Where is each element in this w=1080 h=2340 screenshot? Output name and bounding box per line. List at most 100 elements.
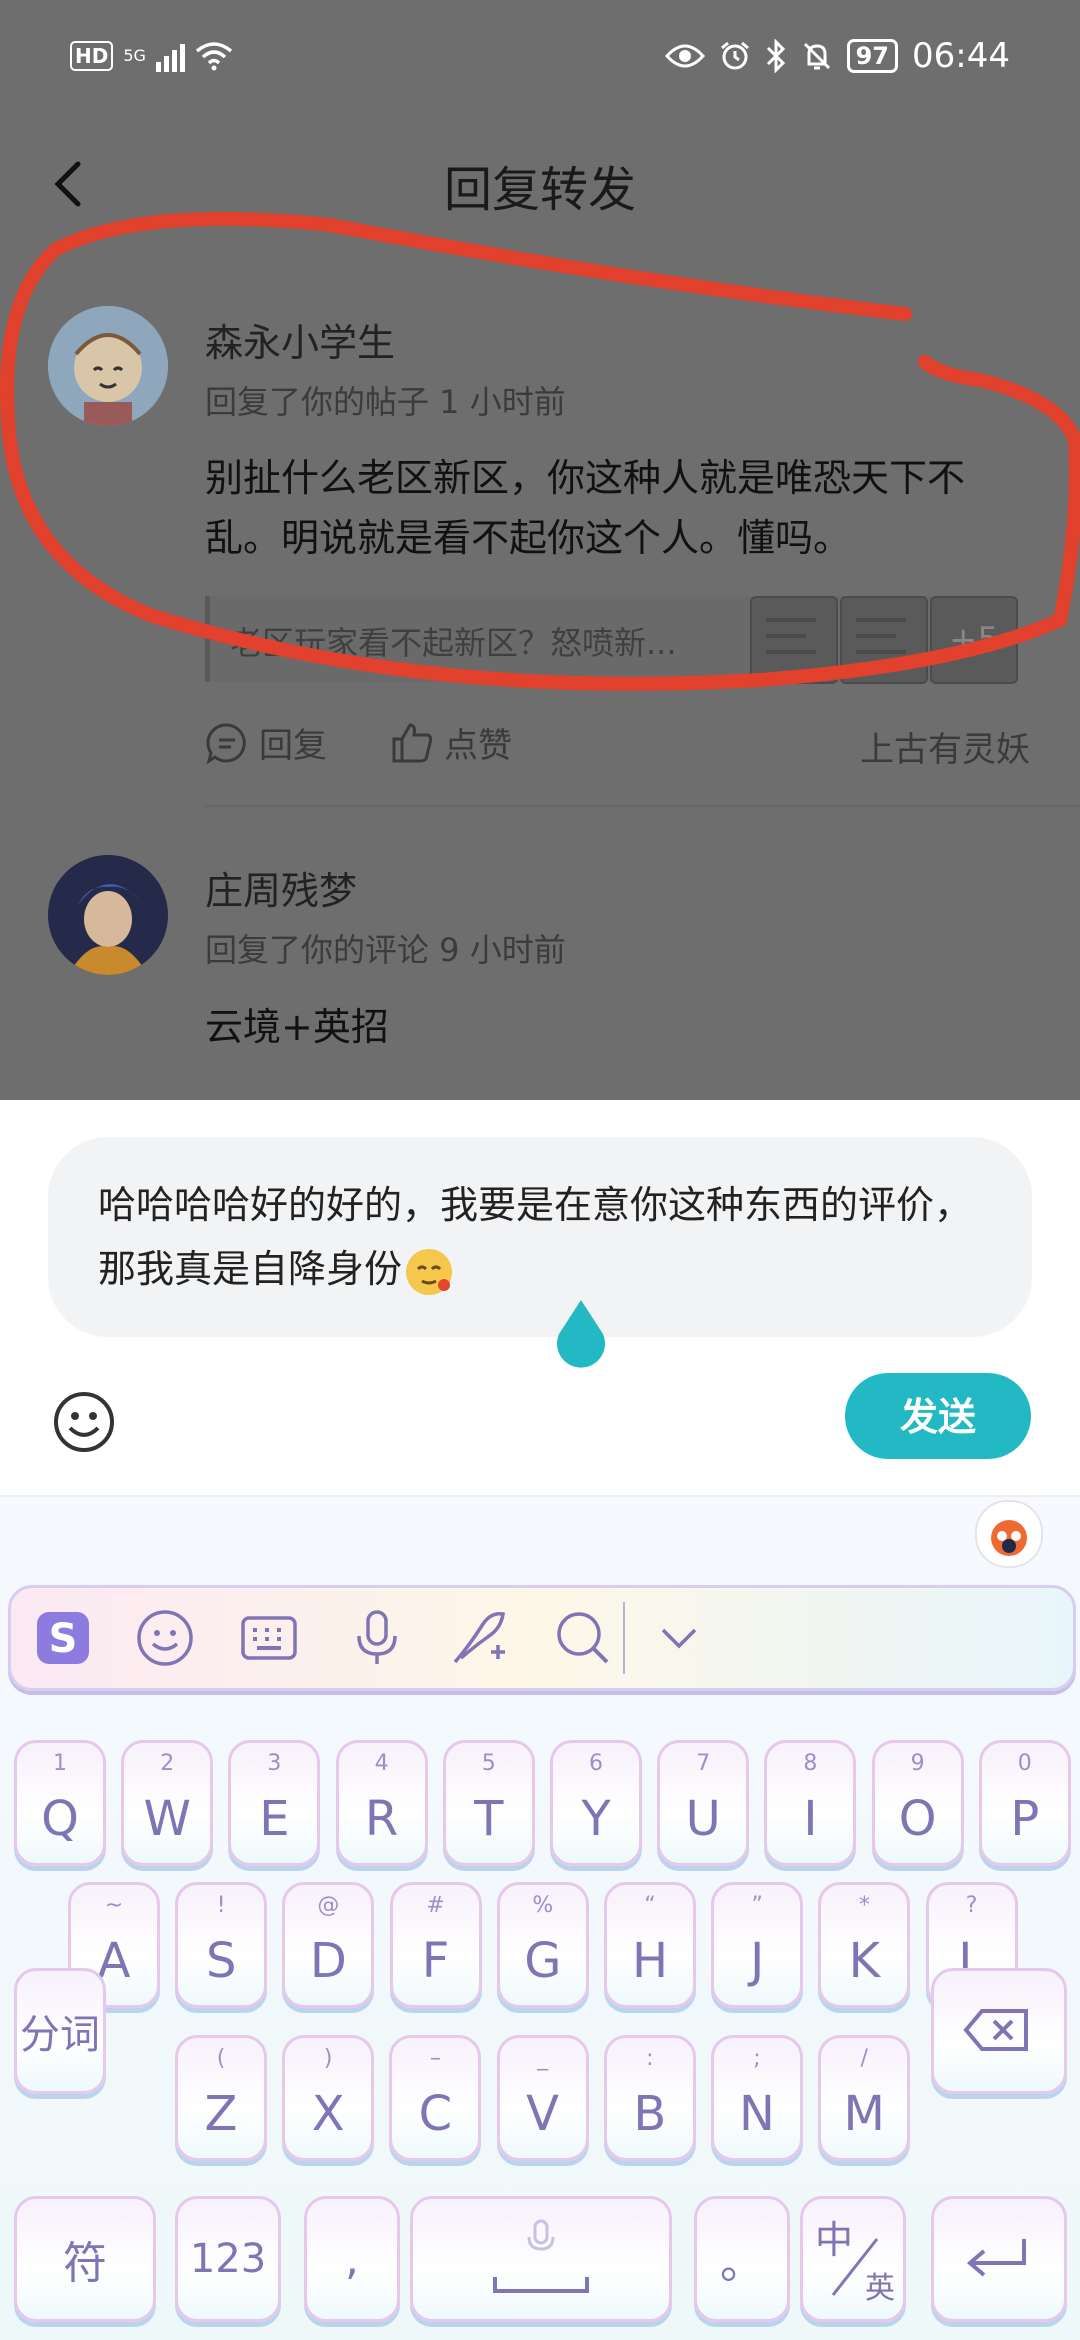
key-hint: :: [646, 2046, 654, 2071]
key-hint: (: [216, 2046, 226, 2071]
comma-key[interactable]: ,: [304, 2196, 400, 2322]
key-label: Q: [41, 1791, 79, 1847]
key-hint: ~: [104, 1893, 124, 1918]
backspace-icon: [963, 2009, 1028, 2051]
comment-text: 云境+英招: [205, 1005, 389, 1049]
svg-text:S: S: [49, 1616, 78, 1662]
key-m[interactable]: / M: [818, 2035, 911, 2161]
handwriting-icon[interactable]: [447, 1606, 511, 1670]
key-label: W: [143, 1791, 191, 1847]
segment-key[interactable]: 分词: [14, 1968, 106, 2094]
key-label: J: [750, 1933, 765, 1989]
key-hint: ”: [751, 1893, 763, 1918]
backspace-key[interactable]: [931, 1968, 1067, 2094]
key-label: X: [311, 2086, 345, 2142]
search-icon[interactable]: [551, 1606, 615, 1670]
comma-key-label: ,: [345, 2233, 359, 2285]
key-label: F: [421, 1933, 450, 1989]
key-g[interactable]: % G: [496, 1882, 589, 2008]
microphone-icon[interactable]: [345, 1606, 409, 1670]
sogou-logo-icon[interactable]: S: [31, 1606, 95, 1670]
key-label: O: [898, 1791, 937, 1847]
key-label: M: [843, 2086, 885, 2142]
language-switch-key[interactable]: 中 英: [800, 2196, 906, 2322]
emoji-button[interactable]: [52, 1390, 116, 1454]
key-hint: 9: [910, 1751, 925, 1776]
key-s[interactable]: ! S: [175, 1882, 268, 2008]
key-t[interactable]: 5T: [442, 1740, 535, 1866]
divider: [205, 805, 1080, 807]
username[interactable]: 庄周残梦: [205, 860, 357, 915]
space-bar-icon: [493, 2277, 589, 2293]
key-p[interactable]: 0P: [978, 1740, 1071, 1866]
microphone-icon: [527, 2219, 555, 2251]
key-label: R: [364, 1791, 399, 1847]
key-label: I: [803, 1791, 818, 1847]
space-key[interactable]: [410, 2196, 672, 2322]
key-label: B: [633, 2086, 667, 2142]
period-key-label: 。: [720, 2238, 764, 2289]
key-hint: *: [858, 1893, 870, 1918]
symbol-key-label: 符: [63, 2238, 107, 2289]
enter-icon: [966, 2239, 1026, 2277]
keyboard-icon[interactable]: [237, 1606, 301, 1670]
key-label: K: [848, 1933, 881, 1989]
reply-input[interactable]: 哈哈哈哈好的好的，我要是在意你这种东西的评价，那我真是自降身份: [48, 1137, 1032, 1337]
key-label: Y: [581, 1791, 611, 1847]
text-cursor-handle[interactable]: [553, 1300, 609, 1370]
symbol-key[interactable]: 符: [14, 2196, 156, 2322]
key-label: P: [1010, 1791, 1040, 1847]
key-r[interactable]: 4R: [335, 1740, 428, 1866]
number-key-label: 123: [189, 2236, 267, 2282]
key-w[interactable]: 2W: [121, 1740, 214, 1866]
reply-input-text[interactable]: 哈哈哈哈好的好的，我要是在意你这种东西的评价，那我真是自降身份: [98, 1173, 998, 1301]
key-hint: _: [537, 2046, 549, 2071]
emoji-icon: [406, 1248, 453, 1295]
key-hint: 2: [160, 1751, 175, 1776]
key-q[interactable]: 1Q: [14, 1740, 106, 1866]
key-d[interactable]: @ D: [282, 1882, 375, 2008]
language-english-label: 英: [865, 2271, 895, 2306]
key-i[interactable]: 8I: [764, 1740, 857, 1866]
key-label: N: [739, 2086, 775, 2142]
key-hint: !: [216, 1893, 226, 1918]
segment-key-label: 分词: [20, 2012, 100, 2058]
key-u[interactable]: 7U: [657, 1740, 750, 1866]
key-hint: %: [532, 1893, 554, 1918]
key-k[interactable]: * K: [818, 1882, 911, 2008]
key-hint: ?: [965, 1893, 978, 1918]
key-x[interactable]: ) X: [282, 2035, 375, 2161]
period-key[interactable]: 。: [694, 2196, 790, 2322]
key-hint: #: [426, 1893, 445, 1918]
key-o[interactable]: 9O: [871, 1740, 964, 1866]
toolbar-divider: [623, 1602, 625, 1674]
keyboard-toolbar: S: [8, 1585, 1076, 1691]
key-h[interactable]: “H: [604, 1882, 696, 2008]
key-hint: 8: [803, 1751, 818, 1776]
key-hint: ;: [753, 2046, 761, 2071]
key-j[interactable]: ” J: [711, 1882, 804, 2008]
avatar[interactable]: [48, 855, 168, 975]
key-v[interactable]: _ V: [496, 2035, 589, 2161]
key-b[interactable]: :B: [603, 2035, 696, 2161]
number-key[interactable]: 123: [175, 2196, 281, 2322]
key-hint: “: [644, 1893, 656, 1918]
key-label: T: [474, 1791, 504, 1847]
key-c[interactable]: – C: [389, 2035, 482, 2161]
emoji-icon[interactable]: [133, 1606, 197, 1670]
key-n[interactable]: ; N: [711, 2035, 803, 2161]
key-hint: 7: [696, 1751, 711, 1776]
key-z[interactable]: (Z: [175, 2035, 267, 2161]
chevron-down-icon[interactable]: [647, 1606, 711, 1670]
notification-meta: 回复了你的评论 9 小时前: [205, 931, 566, 969]
send-button[interactable]: 发送: [845, 1373, 1031, 1459]
keyboard-mascot-icon[interactable]: [975, 1500, 1043, 1568]
key-label: C: [418, 2086, 453, 2142]
key-hint: @: [317, 1893, 340, 1918]
key-hint: ): [323, 2046, 333, 2071]
key-e[interactable]: 3E: [228, 1740, 321, 1866]
enter-key[interactable]: [931, 2196, 1067, 2322]
key-y[interactable]: 6Y: [550, 1740, 642, 1866]
key-label: V: [526, 2086, 560, 2142]
key-f[interactable]: # F: [389, 1882, 482, 2008]
